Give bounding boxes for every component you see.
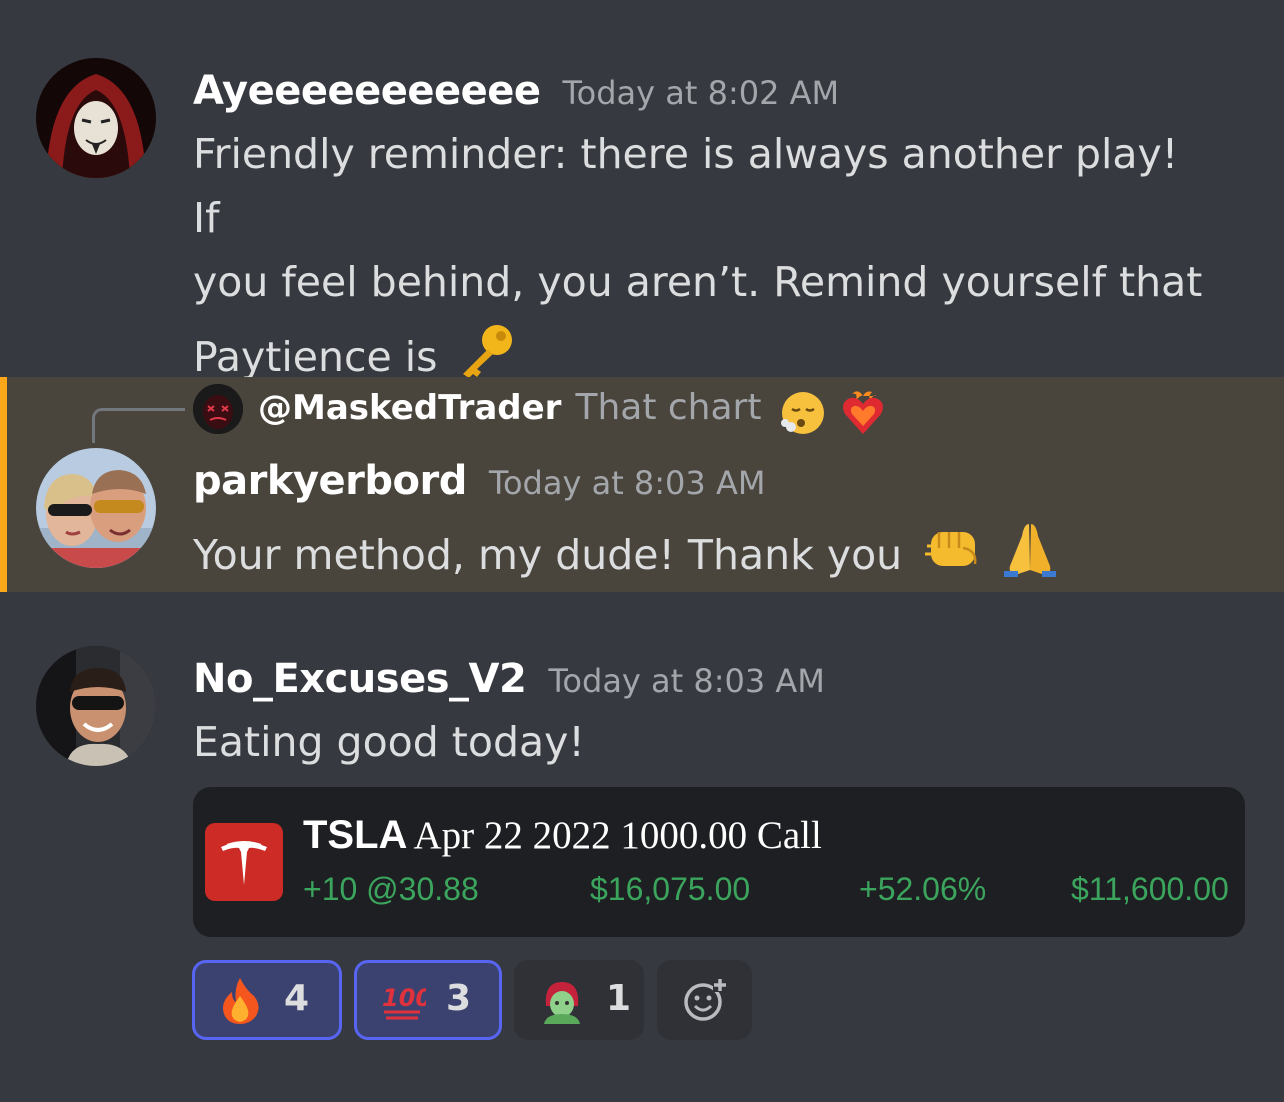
- face-exhaling-emoji: [779, 389, 827, 441]
- embed-title: TSLA Apr 22 2022 1000.00 Call: [303, 813, 822, 858]
- avatar[interactable]: [36, 646, 156, 766]
- timestamp: Today at 8:03 AM: [548, 662, 825, 700]
- embed-ticker: TSLA: [303, 813, 408, 857]
- reaction-zombie-woman[interactable]: 1: [514, 960, 644, 1040]
- reply-connector: [92, 408, 185, 443]
- reaction-count: 3: [446, 978, 472, 1019]
- username[interactable]: No_Excuses_V2: [193, 656, 527, 702]
- message-content: Friendly reminder: there is always anoth…: [193, 122, 1213, 398]
- trade-embed[interactable]: TSLA Apr 22 2022 1000.00 Call +10 @30.88 …: [193, 787, 1245, 937]
- add-reaction-icon: [684, 978, 727, 1021]
- embed-percent-change: +52.06%: [859, 871, 987, 907]
- fire-emoji: [223, 978, 259, 1024]
- embed-description: Apr 22 2022 1000.00 Call: [413, 814, 822, 857]
- mention-bar: [0, 377, 7, 592]
- svg-text:100: 100: [382, 984, 426, 1012]
- message-line-text: Paytience is: [193, 333, 438, 381]
- reply-username[interactable]: @MaskedTrader: [258, 388, 561, 428]
- message-line: you feel behind, you aren’t. Remind your…: [193, 258, 1203, 306]
- message-content: Eating good today!: [193, 710, 1213, 774]
- timestamp: Today at 8:02 AM: [562, 74, 840, 112]
- message-content: Your method, my dude! Thank you: [193, 520, 1213, 596]
- reaction-count: 4: [284, 978, 310, 1019]
- zombie-woman-emoji: [544, 982, 580, 1024]
- heart-on-fire-emoji: [838, 388, 888, 442]
- message-header: parkyerbord Today at 8:03 AM: [193, 458, 765, 504]
- reaction-fire[interactable]: 4: [192, 960, 342, 1040]
- embed-profit: $11,600.00: [1071, 871, 1229, 907]
- timestamp: Today at 8:03 AM: [488, 464, 766, 502]
- folded-hands-emoji: [1000, 520, 1060, 596]
- reaction-hundred-points[interactable]: 100 3: [354, 960, 502, 1040]
- message-line: Friendly reminder: there is always anoth…: [193, 130, 1179, 242]
- message-text: Eating good today!: [193, 718, 585, 766]
- username[interactable]: Ayeeeeeeeeeee: [193, 68, 541, 114]
- reply-avatar[interactable]: [193, 384, 243, 434]
- hundred-points-emoji: 100: [382, 984, 426, 1020]
- message-header: No_Excuses_V2 Today at 8:03 AM: [193, 656, 825, 702]
- message-header: Ayeeeeeeeeeee Today at 8:02 AM: [193, 68, 839, 114]
- tesla-logo-icon: [205, 823, 283, 901]
- add-reaction-button[interactable]: [657, 960, 752, 1040]
- reply-preview[interactable]: @MaskedTrader That chart: [258, 387, 888, 442]
- reaction-count: 1: [606, 978, 632, 1019]
- oncoming-fist-emoji: [925, 524, 983, 592]
- avatar[interactable]: [36, 448, 156, 568]
- reply-text: That chart: [575, 387, 762, 428]
- message-text: Your method, my dude! Thank you: [193, 531, 903, 579]
- avatar[interactable]: [36, 58, 156, 178]
- username[interactable]: parkyerbord: [193, 458, 467, 504]
- embed-market-value: $16,075.00: [590, 871, 751, 907]
- embed-position: +10 @30.88: [303, 871, 479, 907]
